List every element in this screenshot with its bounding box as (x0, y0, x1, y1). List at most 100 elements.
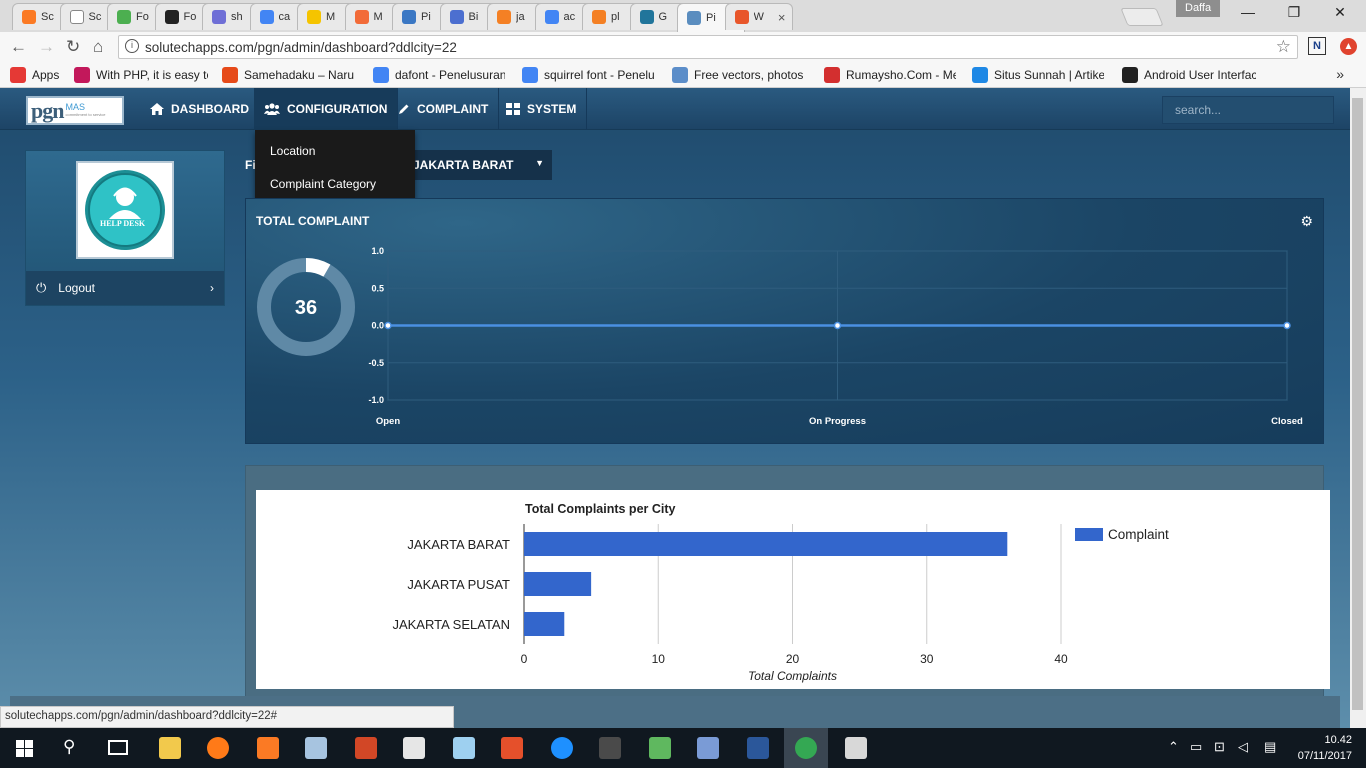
tab-title: Sc (88, 11, 102, 23)
extension-alert-icon[interactable]: ▲ (1340, 38, 1357, 55)
y-tick-label: 0.5 (371, 283, 384, 293)
edge-icon[interactable] (548, 734, 576, 762)
task-view-icon[interactable] (108, 740, 128, 755)
logout-label: Logout (58, 281, 95, 295)
city-bar-chart: Total Complaints per City 0 10 20 30 40 JAKART… (392, 502, 1169, 683)
tab-title: sh (231, 11, 243, 23)
xampp-icon[interactable] (254, 734, 282, 762)
google-icon (544, 10, 559, 24)
chrome-icon[interactable] (784, 728, 828, 768)
battery-icon[interactable]: ▭ (1190, 739, 1202, 755)
pencil-icon (399, 104, 409, 114)
chevron-up-icon[interactable]: ⌃ (1168, 739, 1179, 755)
data-point (384, 321, 392, 330)
bookmark-star-icon[interactable]: ☆ (1276, 37, 1291, 57)
tab-title: Bi (468, 11, 479, 23)
menu-item-complaint-category[interactable]: Complaint Category (270, 177, 376, 191)
bookmark-item[interactable]: Android User Interfac (1122, 67, 1256, 83)
tab-title: W (753, 11, 764, 23)
profile-panel: HELP DESK ⏻ Logout › (25, 150, 225, 306)
profile-badge[interactable]: Daffa (1176, 0, 1220, 17)
city-select[interactable]: JAKARTA BARAT ▼ (405, 150, 552, 180)
top-navbar: pgn MAS commitment to service DASHBOARD C… (0, 88, 1350, 130)
tab-title: M (373, 11, 383, 23)
bookmark-label: dafont - Penelusuran (395, 68, 505, 82)
bookmark-label: Samehadaku – Naruto (244, 68, 354, 82)
y-category-label: JAKARTA PUSAT (407, 577, 510, 592)
minimize-icon[interactable]: — (1228, 4, 1268, 20)
nav-system[interactable]: SYSTEM (496, 88, 588, 130)
edge-icon-glyph (551, 737, 573, 759)
file-explorer-icon[interactable] (156, 734, 184, 762)
back-icon[interactable]: ← (10, 37, 27, 57)
bar (524, 612, 565, 636)
home-icon[interactable]: ⌂ (93, 37, 103, 57)
nav-configuration-label: CONFIGURATION (287, 102, 388, 116)
tab-title: Fo (183, 11, 197, 23)
wave-icon (972, 67, 988, 83)
extension-n-icon[interactable]: N (1308, 37, 1326, 55)
bookmark-item[interactable]: dafont - Penelusuran (373, 67, 505, 83)
flag-icon (164, 10, 179, 24)
close-window-icon[interactable]: ✕ (1320, 4, 1360, 21)
bookmark-item[interactable]: Samehadaku – Naruto (222, 67, 354, 83)
bookmark-item[interactable]: With PHP, it is easy to (74, 67, 208, 83)
bookmark-item[interactable]: Situs Sunnah | Artikel (972, 67, 1104, 83)
browser-tab[interactable]: W × (724, 3, 793, 30)
firefox-icon[interactable] (204, 734, 232, 762)
legend-swatch (1075, 528, 1103, 541)
network-icon[interactable] (694, 734, 722, 762)
file-explorer-icon-glyph (159, 737, 181, 759)
maximize-icon[interactable]: ❐ (1274, 4, 1314, 21)
bookmark-item[interactable]: Rumaysho.Com - Me (824, 67, 956, 83)
network-tray-icon[interactable]: ⊡ (1214, 739, 1225, 755)
tab-title: M (326, 11, 336, 23)
search-input[interactable]: search... (1162, 96, 1334, 124)
git-icon[interactable] (646, 734, 674, 762)
stackoverflow-icon (592, 10, 606, 24)
notepadpp-icon[interactable] (450, 734, 478, 762)
new-tab-button[interactable] (1120, 8, 1164, 26)
word-icon[interactable] (744, 734, 772, 762)
powerpoint-icon[interactable] (352, 734, 380, 762)
nav-complaint[interactable]: COMPLAINT (388, 88, 500, 130)
more-bookmarks-icon[interactable]: » (1336, 66, 1344, 82)
system-clock[interactable]: 10.42 07/11/2017 (1298, 732, 1352, 764)
info-icon[interactable]: i (125, 39, 139, 53)
x-tick-label: 30 (920, 652, 934, 666)
bookmark-item[interactable]: Free vectors, photos a (672, 67, 804, 83)
notepad-icon[interactable] (302, 734, 330, 762)
bookmark-item[interactable]: squirrel font - Penelu (522, 67, 654, 83)
volume-icon[interactable]: ◁ (1238, 739, 1248, 755)
sublime-icon[interactable] (596, 734, 624, 762)
snipping-icon[interactable] (842, 734, 870, 762)
forward-icon[interactable]: → (38, 37, 55, 57)
wordpress-icon (639, 10, 654, 24)
logout-button[interactable]: ⏻ Logout › (26, 271, 224, 305)
web-page: pgn MAS commitment to service DASHBOARD C… (0, 88, 1350, 728)
nav-complaint-label: COMPLAINT (417, 102, 489, 116)
nav-dashboard[interactable]: DASHBOARD (140, 88, 260, 130)
notification-icon[interactable]: ▤ (1264, 739, 1276, 755)
x-tick-label: Open (376, 416, 400, 427)
scrollbar-thumb[interactable] (1352, 98, 1363, 710)
pgn-logo[interactable]: pgn MAS commitment to service (26, 96, 124, 125)
filezilla-icon[interactable] (498, 734, 526, 762)
bookmark-item[interactable]: Apps (10, 67, 62, 83)
chart-title: Total Complaints per City (525, 502, 676, 516)
tab-title: Fo (136, 11, 149, 23)
address-input[interactable]: i solutechapps.com/pgn/admin/dashboard?d… (118, 35, 1298, 59)
close-tab-icon[interactable]: × (778, 10, 786, 25)
help-desk-caption: HELP DESK (100, 219, 146, 228)
tab-title: ac (563, 11, 576, 23)
reload-icon[interactable]: ↻ (66, 37, 80, 57)
power-icon: ⏻ (36, 280, 47, 295)
nav-configuration[interactable]: CONFIGURATION (254, 88, 399, 130)
browser-tab-strip: Sc×Sc×Fo×Fo×sh×ca×M×M×Pi×Bi×ja×ac×pl×G×P… (0, 0, 1366, 32)
y-tick-label: 0.0 (371, 321, 384, 331)
windows-start-icon[interactable] (16, 740, 33, 757)
excel-icon[interactable] (400, 734, 428, 762)
menu-item-location[interactable]: Location (270, 144, 315, 158)
search-icon[interactable]: ⚲ (63, 737, 75, 757)
chart-icon (449, 10, 464, 24)
